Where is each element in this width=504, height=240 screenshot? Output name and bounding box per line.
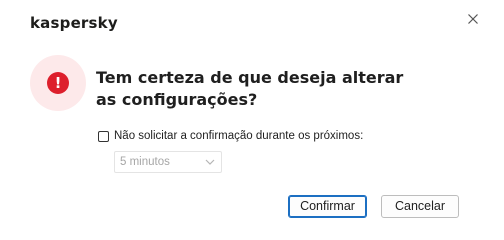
chevron-down-icon <box>205 159 215 165</box>
dialog-question: Tem certeza de que deseja alterar as con… <box>96 68 404 109</box>
confirmation-dialog: kaspersky ! Tem certeza de que deseja al… <box>0 0 504 240</box>
duration-select[interactable]: 5 minutos <box>114 151 222 173</box>
alert-badge: ! <box>30 55 86 111</box>
dont-ask-label: Não solicitar a confirmação durante os p… <box>114 130 364 142</box>
kaspersky-logo: kaspersky <box>30 14 118 32</box>
dont-ask-checkbox[interactable] <box>98 130 109 142</box>
confirm-button[interactable]: Confirmar <box>288 195 367 218</box>
close-icon <box>468 14 478 24</box>
cancel-button[interactable]: Cancelar <box>381 195 459 218</box>
close-button[interactable] <box>465 11 481 27</box>
duration-value: 5 minutos <box>120 156 170 168</box>
dont-ask-option[interactable]: Não solicitar a confirmação durante os p… <box>98 130 363 142</box>
exclamation-circle-icon: ! <box>47 72 69 94</box>
